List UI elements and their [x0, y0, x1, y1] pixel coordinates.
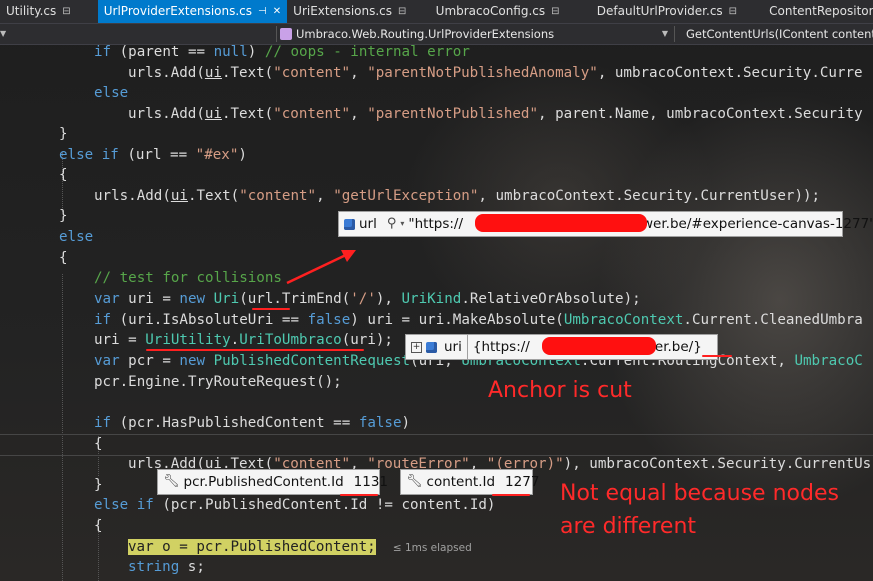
tab-label: DefaultUrlProvider.cs	[596, 4, 723, 18]
divider	[674, 26, 675, 42]
code-line: string s;	[128, 559, 205, 575]
magnifier-icon[interactable]: ⚲	[387, 212, 397, 236]
code-line: var o = pcr.PublishedContent; ≤ 1ms elap…	[128, 537, 472, 557]
datatip-name: pcr.PublishedContent.Id	[183, 474, 344, 490]
tab-umbraco-config[interactable]: UmbracoConfig.cs ⊟	[430, 0, 591, 23]
tab-label: UmbracoConfig.cs	[435, 4, 546, 18]
datatip-value-start: {https://	[472, 339, 530, 355]
code-line: var uri = new Uri(url.TrimEnd('/'), UriK…	[94, 291, 641, 307]
datatip-value-end: wer.be/#experience-canvas-1277"	[642, 216, 873, 232]
wrench-icon: 🔧︎	[163, 474, 180, 489]
variable-icon	[426, 341, 437, 353]
datatip-value: 1277	[505, 474, 540, 490]
annotation-anchor-cut: Anchor is cut	[488, 378, 632, 403]
annotation-underline	[492, 494, 530, 496]
perf-tip: ≤ 1ms elapsed	[392, 542, 472, 554]
code-line: // test for collisions	[94, 270, 282, 286]
member-dropdown[interactable]: GetContentUrls(IContent content	[682, 24, 873, 44]
pin-icon[interactable]: ⊟	[62, 0, 70, 23]
code-line: if (pcr.HasPublishedContent == false)	[94, 415, 411, 431]
current-line-highlight	[0, 434, 873, 456]
datatip-name-cell: uri	[442, 335, 467, 359]
datatip-value-cell[interactable]: 1131	[349, 470, 393, 494]
tab-url-provider-extensions[interactable]: UrlProviderExtensions.cs ⊣ ✕	[97, 0, 288, 23]
annotation-not-equal-line-2: are different	[560, 514, 697, 539]
redaction-mark	[475, 214, 647, 232]
code-line: uri = UriUtility.UriToUmbraco(uri);	[94, 332, 393, 348]
datatip-value: 1131	[353, 474, 388, 490]
code-line: if (parent == null) // oops - internal e…	[94, 44, 470, 60]
annotation-not-equal-line-1: Not equal because nodes	[560, 481, 839, 506]
datatip-value-start: "https://	[408, 216, 464, 232]
tab-utility[interactable]: Utility.cs ⊟	[0, 0, 98, 23]
close-icon[interactable]: ✕	[273, 0, 281, 23]
annotation-underline	[252, 308, 290, 310]
chevron-down-icon[interactable]: ▾	[400, 212, 404, 236]
code-line: }	[59, 208, 68, 224]
next-statement-highlight: var o = pcr.PublishedContent;	[128, 539, 376, 555]
code-line: {	[59, 250, 68, 266]
pin-icon[interactable]: ⊟	[551, 0, 559, 23]
datatip-name: content.Id	[426, 474, 496, 490]
indent-guide	[62, 274, 63, 581]
code-line: {	[59, 167, 68, 183]
member-label: GetContentUrls(IContent content	[686, 27, 873, 41]
datatip-name-cell: 🔧︎ pcr.PublishedContent.Id	[158, 470, 349, 494]
datatip-name: uri	[444, 339, 462, 355]
divider	[276, 26, 277, 42]
datatip-name-cell: +	[406, 335, 442, 359]
datatip-name-cell: url	[339, 212, 382, 236]
project-dropdown[interactable]: ▼	[0, 24, 12, 44]
variable-icon	[344, 218, 355, 230]
code-line: else	[94, 85, 129, 101]
datatip-pcr-id[interactable]: 🔧︎ pcr.PublishedContent.Id 1131	[157, 469, 388, 495]
code-line: else	[59, 229, 94, 245]
tab-default-url-provider[interactable]: DefaultUrlProvider.cs ⊟	[591, 0, 763, 23]
annotation-underline	[146, 349, 364, 351]
code-line: }	[94, 477, 103, 493]
class-icon	[280, 28, 292, 40]
datatip-content-id[interactable]: 🔧︎ content.Id 1277	[400, 469, 539, 495]
code-line: else if (url == "#ex")	[59, 147, 247, 163]
expand-icon[interactable]: +	[411, 341, 422, 353]
tab-uri-extensions[interactable]: UriExtensions.cs ⊟	[287, 0, 430, 23]
tab-content-repository[interactable]: ContentRepositor	[763, 0, 873, 23]
datatip-name: url	[359, 216, 377, 232]
tab-label: Utility.cs	[6, 4, 57, 18]
chevron-down-icon: ▼	[0, 29, 7, 38]
tab-label: ContentRepositor	[769, 4, 873, 18]
tab-label: UriExtensions.cs	[293, 4, 393, 18]
code-line: pcr.Engine.TryRouteRequest();	[94, 374, 342, 390]
code-line: else if (pcr.PublishedContent.Id != cont…	[94, 497, 496, 513]
chevron-down-icon: ▼	[661, 29, 668, 38]
code-line: }	[59, 126, 68, 142]
annotation-underline	[702, 355, 732, 357]
pin-icon[interactable]: ⊟	[398, 0, 406, 23]
code-line: if (uri.IsAbsoluteUri == false) uri = ur…	[94, 312, 863, 328]
type-label: Umbraco.Web.Routing.UrlProviderExtension…	[296, 27, 555, 41]
code-line: urls.Add(ui.Text("content", "getUrlExcep…	[94, 188, 821, 204]
document-tab-bar: Utility.cs ⊟ UrlProviderExtensions.cs ⊣ …	[0, 0, 873, 23]
wrench-icon: 🔧︎	[406, 474, 423, 489]
redaction-mark	[542, 337, 656, 355]
code-line: {	[94, 436, 103, 452]
tab-label: UrlProviderExtensions.cs	[103, 4, 253, 18]
pin-icon[interactable]: ⊣	[258, 0, 267, 23]
code-line: urls.Add(ui.Text("content", "parentNotPu…	[128, 106, 863, 122]
datatip-value-cell[interactable]: 1277	[500, 470, 544, 494]
datatip-name-cell: 🔧︎ content.Id	[401, 470, 500, 494]
annotation-underline	[340, 494, 378, 496]
code-line: {	[94, 518, 103, 534]
code-line: urls.Add(ui.Text("content", "parentNotPu…	[128, 65, 863, 81]
pin-icon[interactable]: ⊟	[729, 0, 737, 23]
type-dropdown[interactable]: Umbraco.Web.Routing.UrlProviderExtension…	[280, 24, 672, 44]
